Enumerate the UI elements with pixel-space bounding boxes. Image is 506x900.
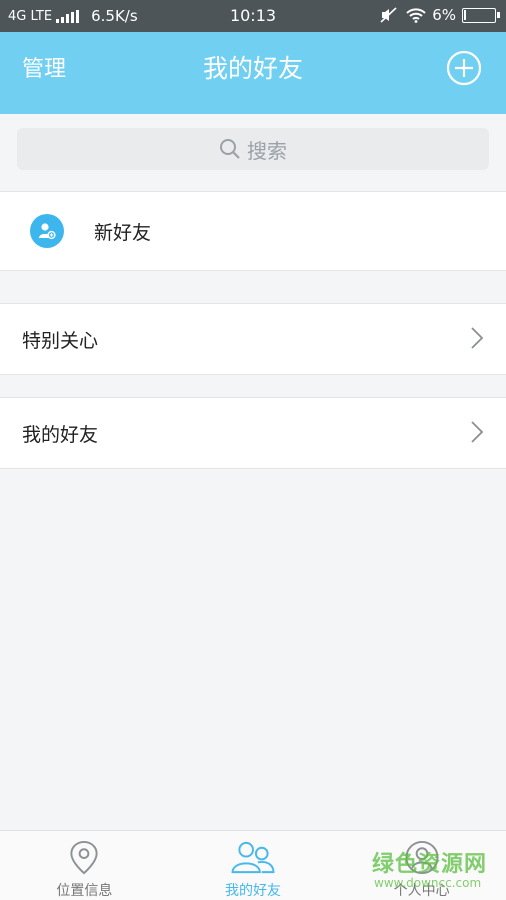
chevron-right-icon	[471, 421, 484, 443]
new-friend-row[interactable]: 新好友	[0, 192, 506, 271]
battery-percent: 6%	[432, 6, 456, 24]
tab-profile[interactable]: 个人中心	[337, 831, 506, 900]
battery-icon	[462, 7, 500, 23]
app-header: 管理 我的好友	[0, 32, 506, 114]
tab-location[interactable]: 位置信息	[0, 831, 169, 900]
chevron-right-icon	[471, 327, 484, 349]
search-input[interactable]: 搜索	[17, 128, 489, 170]
profile-icon	[405, 840, 439, 875]
friends-icon	[231, 841, 275, 874]
page-title: 我的好友	[202, 54, 303, 83]
search-section: 搜索	[0, 114, 506, 192]
plus-circle-icon[interactable]	[446, 50, 482, 86]
new-friend-icon	[30, 214, 64, 248]
tab-friends[interactable]: 我的好友	[169, 831, 338, 900]
my-friends-label: 我的好友	[22, 424, 99, 446]
special-care-label: 特别关心	[22, 330, 99, 352]
bottom-tab-bar: 位置信息 我的好友 个人中心	[0, 830, 506, 900]
status-bar: 4G LTE 6.5K/s 10:13 6%	[0, 0, 506, 32]
tab-label: 我的好友	[225, 883, 281, 899]
search-icon	[220, 139, 240, 159]
mute-icon	[380, 7, 397, 23]
special-care-row[interactable]: 特别关心	[0, 303, 506, 375]
tab-label: 位置信息	[56, 883, 113, 899]
location-pin-icon	[70, 840, 98, 875]
status-right: 6%	[380, 6, 500, 24]
tab-label: 个人中心	[393, 883, 450, 899]
my-friends-row[interactable]: 我的好友	[0, 397, 506, 469]
wifi-icon	[406, 8, 426, 23]
new-friend-label: 新好友	[94, 222, 152, 244]
search-placeholder: 搜索	[247, 138, 287, 163]
